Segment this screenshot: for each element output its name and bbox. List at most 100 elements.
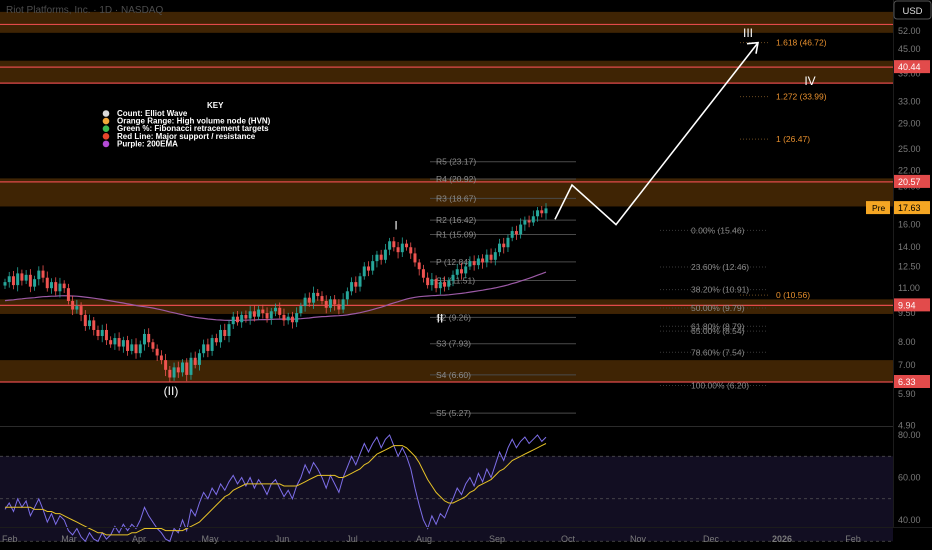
candle-body	[278, 307, 282, 315]
wave-label: IV	[804, 74, 815, 88]
ext-label: 0 (10.56)	[776, 290, 810, 300]
candle-body	[468, 261, 472, 267]
candle-body	[138, 344, 142, 354]
candle-body	[172, 367, 176, 378]
candle-body	[210, 338, 214, 351]
fib-label: 0.00% (15.46)	[691, 225, 745, 235]
candle-body	[28, 274, 32, 287]
time-axis-divider	[0, 527, 932, 528]
candle-body	[159, 355, 163, 361]
candle-body	[33, 279, 37, 287]
candle-body	[519, 224, 523, 235]
price-tag: 9.94	[898, 300, 916, 310]
price-chart[interactable]: R5 (23.17) R4 (20.92) R3 (18.67) R2 (16.42)…	[0, 0, 932, 550]
candle-body	[366, 266, 370, 271]
price-tick: 33.00	[898, 97, 921, 107]
candle-body	[219, 329, 223, 343]
candle-body	[451, 274, 455, 281]
price-tick: 22.00	[898, 165, 921, 175]
candle-body	[409, 247, 413, 254]
candle-body	[142, 333, 146, 345]
candle-body	[396, 247, 400, 253]
pivot-label: R3 (18.67)	[436, 193, 476, 203]
currency-label: USD	[902, 6, 922, 17]
candle-body	[413, 253, 417, 263]
time-tick: Jun	[275, 534, 290, 544]
candle-body	[472, 261, 476, 266]
candle-body	[100, 329, 104, 336]
candle-body	[189, 357, 193, 375]
candle-body	[307, 297, 311, 303]
time-tick: Oct	[561, 534, 576, 544]
candle-body	[320, 296, 324, 302]
pivot-label: R5 (23.17)	[436, 157, 476, 167]
price-tick: 12.50	[898, 261, 921, 271]
candle-body	[400, 243, 404, 253]
candle-body	[544, 208, 548, 214]
hvn-zone	[0, 60, 893, 84]
candle-body	[421, 269, 425, 278]
price-tag: 6.33	[898, 377, 916, 387]
rsi-tick: 80.00	[898, 430, 921, 440]
candle-body	[295, 313, 299, 323]
candle-body	[223, 329, 227, 336]
candle-body	[37, 270, 41, 280]
candle-body	[16, 273, 20, 286]
pivot-label: R4 (20.92)	[436, 174, 476, 184]
candle-body	[121, 340, 125, 347]
candle-body	[155, 348, 159, 356]
candle-body	[536, 210, 540, 217]
candle-body	[514, 231, 518, 235]
time-tick: Aug	[416, 534, 432, 544]
candle-body	[303, 297, 307, 307]
wave-label: III	[743, 26, 753, 40]
price-tag: 17.63	[898, 203, 921, 213]
currency-button[interactable]: USD	[893, 0, 932, 20]
price-tick: 45.00	[898, 44, 921, 54]
candle-body	[20, 273, 24, 281]
candle-body	[126, 340, 130, 351]
candle-body	[45, 277, 49, 289]
candle-body	[261, 309, 265, 314]
ext-label: 1.618 (46.72)	[776, 38, 827, 48]
candle-body	[248, 311, 252, 319]
pre-badge-label: Pre	[872, 203, 886, 213]
candle-body	[527, 220, 531, 223]
rsi-separator	[0, 426, 893, 427]
candle-body	[383, 249, 387, 260]
fib-label: 78.60% (7.54)	[691, 347, 745, 357]
candle-body	[324, 301, 328, 308]
candle-body	[498, 243, 502, 253]
candle-body	[362, 266, 366, 277]
chart-title: Riot Platforms, Inc. · 1D · NASDAQ	[6, 5, 163, 16]
wave-label: I	[394, 219, 397, 233]
candle-body	[345, 291, 349, 300]
candle-body	[333, 299, 337, 305]
candle-body	[392, 241, 396, 248]
price-axis-divider	[893, 0, 894, 527]
candle-body	[117, 338, 121, 347]
candle-body	[79, 306, 83, 315]
candle-body	[358, 276, 362, 287]
candle-body	[388, 241, 392, 250]
candle-body	[493, 252, 497, 260]
time-tick: Sep	[489, 534, 505, 544]
candle-body	[350, 282, 354, 292]
candle-body	[312, 292, 316, 303]
candle-body	[328, 299, 332, 308]
candle-body	[286, 316, 290, 321]
candle-body	[71, 301, 75, 310]
candle-body	[438, 282, 442, 289]
candle-body	[476, 258, 480, 266]
candle-body	[134, 344, 138, 354]
candle-body	[176, 367, 180, 373]
candle-body	[316, 292, 320, 297]
time-tick: Apr	[132, 534, 146, 544]
candle-body	[3, 282, 7, 286]
ext-label: 1 (26.47)	[776, 134, 810, 144]
candle-body	[197, 353, 201, 365]
candle-body	[49, 282, 53, 289]
price-tag: 40.44	[898, 62, 921, 72]
candle-body	[202, 344, 206, 354]
rsi-tick: 40.00	[898, 515, 921, 525]
